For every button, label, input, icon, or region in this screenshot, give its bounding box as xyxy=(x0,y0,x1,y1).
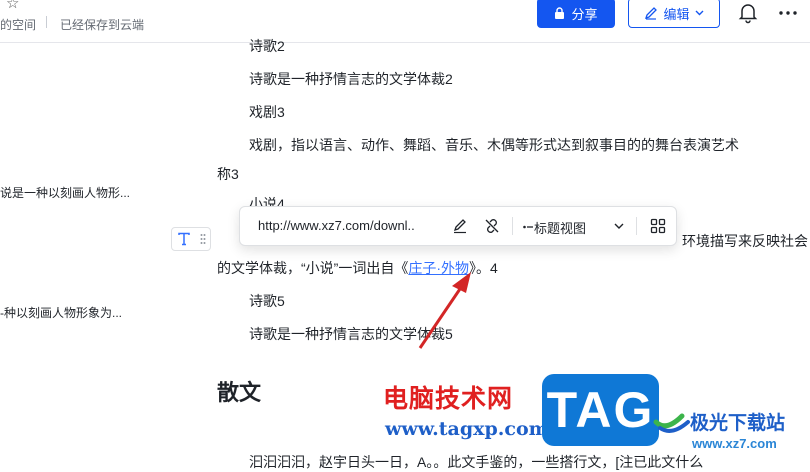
tag-logo: TAG xyxy=(542,374,659,446)
swoosh-logo-icon xyxy=(653,413,690,433)
watermark-site-name: 极光下载站 xyxy=(690,413,786,434)
watermark-site-url: www.xz7.com xyxy=(692,436,777,451)
watermark-text: 电脑技术网 xyxy=(383,385,514,413)
watermark-url: www.tagxp.com xyxy=(385,418,549,440)
